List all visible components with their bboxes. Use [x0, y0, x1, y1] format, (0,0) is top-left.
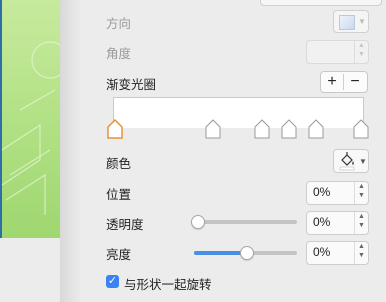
- position-label: 位置: [106, 188, 132, 202]
- checkmark-icon: ✓: [107, 275, 118, 287]
- canvas-shadow: [60, 0, 82, 302]
- stepper-arrows-icon[interactable]: ▲ ▼: [354, 41, 368, 63]
- color-picker-button[interactable]: ▼: [333, 149, 369, 173]
- gradient-fill-panel: 方向 ▼ 角度 ▲ ▼ 渐变光圈 + − 颜色 ▼ 位置 0% ▲ ▼ 透明度 …: [82, 0, 386, 302]
- angle-label: 角度: [106, 47, 132, 61]
- gradient-stop[interactable]: [353, 119, 369, 139]
- brightness-slider-knob[interactable]: [240, 246, 254, 260]
- gradient-stops-label: 渐变光圈: [106, 78, 157, 92]
- direction-picker[interactable]: ▼: [333, 10, 369, 33]
- transparency-slider-knob[interactable]: [191, 215, 205, 229]
- remove-stop-button[interactable]: −: [344, 72, 366, 92]
- add-stop-button[interactable]: +: [321, 72, 343, 92]
- chevron-down-icon: ▼: [358, 17, 366, 26]
- transparency-stepper[interactable]: 0% ▲ ▼: [306, 211, 369, 235]
- gradient-stop[interactable]: [308, 119, 324, 139]
- angle-stepper[interactable]: ▲ ▼: [306, 40, 369, 64]
- direction-label: 方向: [106, 17, 132, 31]
- gradient-stop-selected[interactable]: [107, 119, 123, 139]
- stepper-arrows-icon[interactable]: ▲ ▼: [354, 242, 368, 264]
- canvas-pattern: [1, 41, 60, 215]
- transparency-value[interactable]: 0%: [313, 215, 330, 229]
- paint-bucket-icon: [339, 152, 355, 171]
- fill-type-control[interactable]: [260, 0, 382, 6]
- rotate-with-shape-checkbox[interactable]: ✓: [106, 275, 119, 288]
- brightness-value[interactable]: 0%: [313, 245, 330, 259]
- gradient-stop[interactable]: [281, 119, 297, 139]
- stop-add-remove-control: + −: [320, 71, 368, 93]
- stepper-arrows-icon[interactable]: ▲ ▼: [354, 182, 368, 204]
- brightness-slider-fill: [194, 251, 246, 255]
- transparency-slider-track[interactable]: [197, 220, 297, 224]
- gradient-stop[interactable]: [205, 119, 221, 139]
- position-stepper[interactable]: 0% ▲ ▼: [306, 181, 369, 205]
- gradient-direction-icon: [339, 15, 355, 30]
- color-label: 颜色: [106, 157, 132, 171]
- gradient-stop[interactable]: [254, 119, 270, 139]
- gradient-preview-bar[interactable]: [113, 97, 364, 128]
- position-value[interactable]: 0%: [313, 185, 330, 199]
- rotate-with-shape-label[interactable]: 与形状一起旋转: [124, 274, 212, 293]
- brightness-stepper[interactable]: 0% ▲ ▼: [306, 241, 369, 265]
- transparency-label: 透明度: [106, 218, 144, 232]
- stepper-arrows-icon[interactable]: ▲ ▼: [354, 212, 368, 234]
- brightness-label: 亮度: [106, 248, 132, 262]
- chevron-down-icon: ▼: [359, 157, 367, 166]
- slide-canvas-preview: [0, 0, 60, 238]
- canvas-margin: [0, 238, 60, 302]
